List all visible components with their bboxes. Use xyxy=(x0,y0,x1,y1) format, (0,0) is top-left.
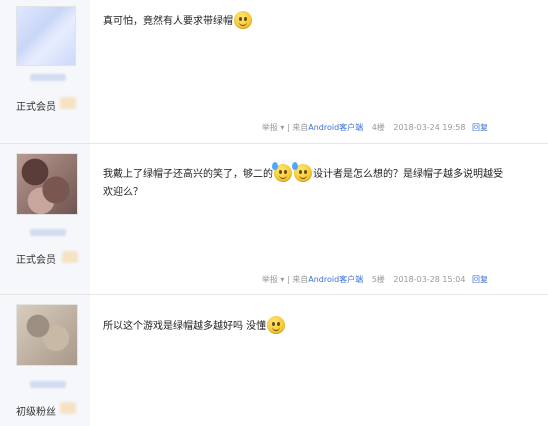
source-prefix: | 来自 xyxy=(286,123,309,132)
smile-emoji-icon xyxy=(267,316,286,334)
post-text-line-3: 欢迎么？ xyxy=(103,187,143,198)
sweat-emoji-icon xyxy=(272,162,292,182)
rank-badge-icon xyxy=(60,97,76,109)
source-link[interactable]: Android客户端 xyxy=(308,123,363,132)
report-link[interactable]: 举报 xyxy=(262,123,278,132)
rank-badge-icon xyxy=(60,402,76,414)
post-content: 所以这个游戏是绿帽越多越好吗 没懂 xyxy=(103,316,503,336)
smile-emoji-icon xyxy=(234,11,252,29)
post-text-line-2: 设计者是怎么想的？是绿帽子越多说明越受 xyxy=(313,169,503,180)
post-text-line-1: 我戴上了绿帽子还高兴的笑了，够二的 xyxy=(103,169,273,180)
user-rank: 正式会员 xyxy=(16,102,56,113)
sweat-emoji-icon xyxy=(292,162,312,182)
post-text: 所以这个游戏是绿帽越多越好吗 没懂 xyxy=(103,321,267,332)
dropdown-caret-icon[interactable]: ▾ xyxy=(280,123,284,132)
post-tail: 举报 ▾ | 来自Android客户端 5楼 2018-03-28 15:04 … xyxy=(262,274,488,285)
floor-number: 5楼 xyxy=(371,275,385,284)
avatar[interactable] xyxy=(16,153,78,215)
username[interactable] xyxy=(30,381,66,388)
post-time: 2018-03-28 15:04 xyxy=(393,275,466,284)
source-prefix: | 来自 xyxy=(286,275,309,284)
rank-badge-icon xyxy=(62,251,78,263)
post-floor-6: 初级粉丝 所以这个游戏是绿帽越多越好吗 没懂 xyxy=(0,295,548,426)
avatar[interactable] xyxy=(16,304,78,366)
post-content: 真可怕，竟然有人要求带绿帽 xyxy=(103,11,503,31)
post-tail: 举报 ▾ | 来自Android客户端 4楼 2018-03-24 19:58 … xyxy=(262,122,488,133)
floor-number: 4楼 xyxy=(371,123,385,132)
post-floor-5: 正式会员 我戴上了绿帽子还高兴的笑了，够二的 设计者是怎么想的？是绿帽子越多说明越… xyxy=(0,144,548,294)
user-rank: 初级粉丝 xyxy=(16,407,56,418)
source-link[interactable]: Android客户端 xyxy=(308,275,363,284)
report-link[interactable]: 举报 xyxy=(262,275,278,284)
post-floor-4: 正式会员 真可怕，竟然有人要求带绿帽 举报 ▾ | 来自Android客户端 4… xyxy=(0,0,548,144)
reply-link[interactable]: 回复 xyxy=(472,123,488,132)
reply-link[interactable]: 回复 xyxy=(472,275,488,284)
username[interactable] xyxy=(30,74,66,81)
username[interactable] xyxy=(30,229,66,236)
avatar[interactable] xyxy=(16,6,76,66)
dropdown-caret-icon[interactable]: ▾ xyxy=(280,275,284,284)
post-content: 我戴上了绿帽子还高兴的笑了，够二的 设计者是怎么想的？是绿帽子越多说明越受 欢迎么… xyxy=(103,162,503,202)
post-time: 2018-03-24 19:58 xyxy=(393,123,466,132)
post-text: 真可怕，竟然有人要求带绿帽 xyxy=(103,16,233,27)
user-rank: 正式会员 xyxy=(16,255,56,266)
